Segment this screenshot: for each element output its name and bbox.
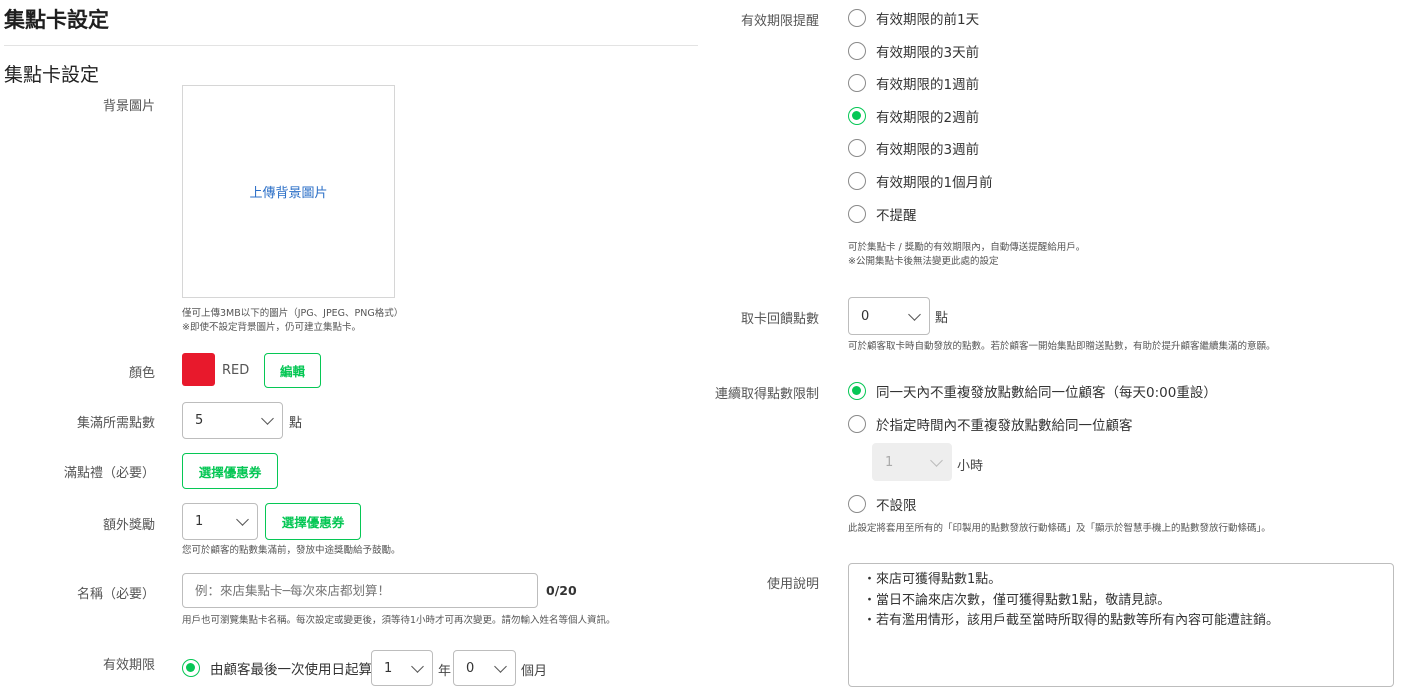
usage-notes-line: ・若有濫用情形，該用戶截至當時所取得的點數等所有內容可能遭註銷。 — [863, 613, 1280, 628]
chevron-down-icon — [411, 659, 424, 673]
expiry-reminder-option-label: 有效期限的3週前 — [876, 142, 980, 159]
expiry-reminder-option-label: 有效期限的2週前 — [876, 109, 980, 126]
background-image-upload-area[interactable]: 上傳背景圖片 — [182, 85, 395, 298]
name-hint: 用戶也可瀏覽集點卡名稱。每次設定或變更後，須等待1小時才可再次變更。請勿輸入姓名… — [182, 615, 616, 626]
welcome-points-hint: 可於顧客取卡時自動發放的點數。若於顧客一開始集點即贈送點數，有助於提升顧客繼續集… — [848, 341, 1276, 352]
extra-reward-hint: 您可於顧客的點數集滿前，發放中途獎勵給予鼓勵。 — [182, 545, 401, 556]
expiry-reminder-option[interactable]: 有效期限的3週前 — [848, 138, 979, 158]
limit-hours-unit: 小時 — [957, 459, 984, 474]
expiry-reminder-option-label: 有效期限的1週前 — [876, 77, 980, 94]
consecutive-limit-option-daily[interactable]: 同一天內不重複發放點數給同一位顧客（每天0:00重設） — [848, 381, 1217, 401]
background-image-hint-size: 僅可上傳3MB以下的圖片（JPG、JPEG、PNG格式） — [182, 308, 404, 319]
section-title: 集點卡設定 — [4, 64, 100, 86]
card-name-input[interactable] — [182, 573, 538, 608]
color-name: RED — [222, 363, 250, 378]
expiry-reminder-label: 有效期限提醒 — [740, 14, 819, 29]
usage-notes-textarea[interactable]: ・來店可獲得點數1點。 ・當日不論來店次數，僅可獲得點數1點，敬請見諒。 ・若有… — [848, 563, 1394, 687]
extra-reward-select[interactable]: 1 — [182, 503, 258, 540]
radio-selected-icon[interactable] — [848, 106, 866, 125]
welcome-points-value: 0 — [861, 308, 870, 324]
title-divider — [4, 45, 698, 46]
consecutive-limit-option-none-label: 不設限 — [876, 498, 917, 514]
welcome-points-unit: 點 — [935, 311, 949, 326]
expiry-reminder-option[interactable]: 不提醒 — [848, 204, 917, 224]
radio-unselected-icon[interactable] — [848, 204, 866, 223]
consecutive-limit-option-none[interactable]: 不設限 — [848, 494, 917, 514]
radio-unselected-icon[interactable] — [848, 495, 866, 513]
expiry-reminder-option[interactable]: 有效期限的3天前 — [848, 41, 979, 61]
points-required-value: 5 — [195, 413, 204, 428]
points-required-select[interactable]: 5 — [182, 402, 283, 439]
welcome-points-label: 取卡回饋點數 — [740, 312, 819, 327]
consecutive-limit-option-hours[interactable]: 於指定時間內不重複發放點數給同一位顧客 — [848, 414, 1133, 434]
validity-option-label: 由顧客最後一次使用日起算 — [210, 662, 372, 678]
expiry-reminder-option-label: 不提醒 — [876, 207, 917, 224]
consecutive-limit-hint: 此設定將套用至所有的「印製用的點數發放行動條碼」及「顯示於智慧手機上的點數發放行… — [848, 523, 1271, 534]
select-extra-reward-coupon-button[interactable]: 選擇優惠券 — [265, 503, 361, 540]
name-label: 名稱（必要） — [76, 587, 155, 602]
extra-reward-label: 額外獎勵 — [102, 518, 155, 533]
chevron-down-icon — [908, 307, 921, 321]
chevron-down-icon — [930, 453, 943, 467]
expiry-reminder-option-label: 有效期限的前1天 — [876, 12, 980, 28]
radio-unselected-icon[interactable] — [848, 9, 866, 27]
chevron-down-icon — [494, 659, 507, 673]
expiry-reminder-option[interactable]: 有效期限的2週前 — [848, 106, 979, 126]
welcome-points-select[interactable]: 0 — [848, 297, 930, 335]
name-char-counter: 0/20 — [546, 583, 577, 598]
select-full-reward-coupon-button[interactable]: 選擇優惠券 — [182, 453, 278, 489]
background-image-hint-optional: ※即使不設定背景圖片，仍可建立集點卡。 — [182, 322, 361, 333]
color-swatch[interactable] — [182, 353, 215, 386]
validity-years-value: 1 — [384, 660, 393, 676]
radio-unselected-icon[interactable] — [848, 139, 866, 158]
expiry-reminder-option-label: 有效期限的3天前 — [876, 44, 980, 61]
points-required-label: 集滿所需點數 — [76, 416, 155, 431]
usage-notes-line: ・來店可獲得點數1點。 — [863, 572, 1002, 587]
chevron-down-icon — [236, 513, 249, 526]
chevron-down-icon — [261, 412, 274, 425]
validity-years-select[interactable]: 1 — [371, 650, 433, 686]
extra-reward-value: 1 — [195, 514, 204, 529]
expiry-reminder-option[interactable]: 有效期限的1週前 — [848, 73, 979, 93]
usage-notes-line: ・當日不論來店次數，僅可獲得點數1點，敬請見諒。 — [863, 592, 1171, 608]
upload-background-link[interactable]: 上傳背景圖片 — [249, 182, 327, 201]
validity-months-select[interactable]: 0 — [453, 650, 516, 686]
radio-unselected-icon[interactable] — [848, 74, 866, 93]
consecutive-limit-label: 連續取得點數限制 — [714, 387, 819, 402]
radio-selected-icon[interactable] — [182, 659, 200, 677]
radio-unselected-icon[interactable] — [848, 415, 866, 433]
expiry-reminder-hint-locked: ※公開集點卡後無法變更此處的設定 — [848, 256, 999, 267]
limit-hours-select: 1 — [872, 443, 952, 481]
validity-label: 有效期限 — [102, 658, 155, 673]
consecutive-limit-option-hours-label: 於指定時間內不重複發放點數給同一位顧客 — [876, 418, 1133, 434]
validity-month-unit: 個月 — [521, 664, 548, 679]
background-image-hint: 僅可上傳3MB以下的圖片（JPG、JPEG、PNG格式） ※即使不設定背景圖片，… — [182, 307, 403, 335]
radio-selected-icon[interactable] — [848, 382, 866, 400]
page-title: 集點卡設定 — [4, 8, 109, 32]
color-label: 顏色 — [128, 366, 155, 381]
expiry-reminder-option[interactable]: 有效期限的前1天 — [848, 8, 979, 28]
usage-notes-label: 使用說明 — [766, 577, 819, 592]
background-image-label: 背景圖片 — [102, 99, 155, 114]
validity-option[interactable]: 由顧客最後一次使用日起算 — [182, 658, 372, 678]
expiry-reminder-hint-auto: 可於集點卡 / 獎勵的有效期限內，自動傳送提醒給用戶。 — [848, 242, 1086, 253]
validity-year-unit: 年 — [438, 664, 452, 679]
expiry-reminder-hint: 可於集點卡 / 獎勵的有效期限內，自動傳送提醒給用戶。 ※公開集點卡後無法變更此… — [848, 241, 1085, 269]
points-required-unit: 點 — [289, 416, 303, 431]
full-reward-label: 滿點禮（必要） — [63, 466, 155, 481]
radio-unselected-icon[interactable] — [848, 41, 866, 60]
expiry-reminder-option-label: 有效期限的1個月前 — [876, 175, 993, 191]
limit-hours-value: 1 — [885, 454, 894, 470]
consecutive-limit-option-daily-label: 同一天內不重複發放點數給同一位顧客（每天0:00重設） — [876, 385, 1217, 401]
validity-months-value: 0 — [466, 660, 475, 676]
expiry-reminder-option[interactable]: 有效期限的1個月前 — [848, 171, 993, 191]
radio-unselected-icon[interactable] — [848, 172, 866, 190]
edit-color-button[interactable]: 編輯 — [264, 353, 321, 388]
